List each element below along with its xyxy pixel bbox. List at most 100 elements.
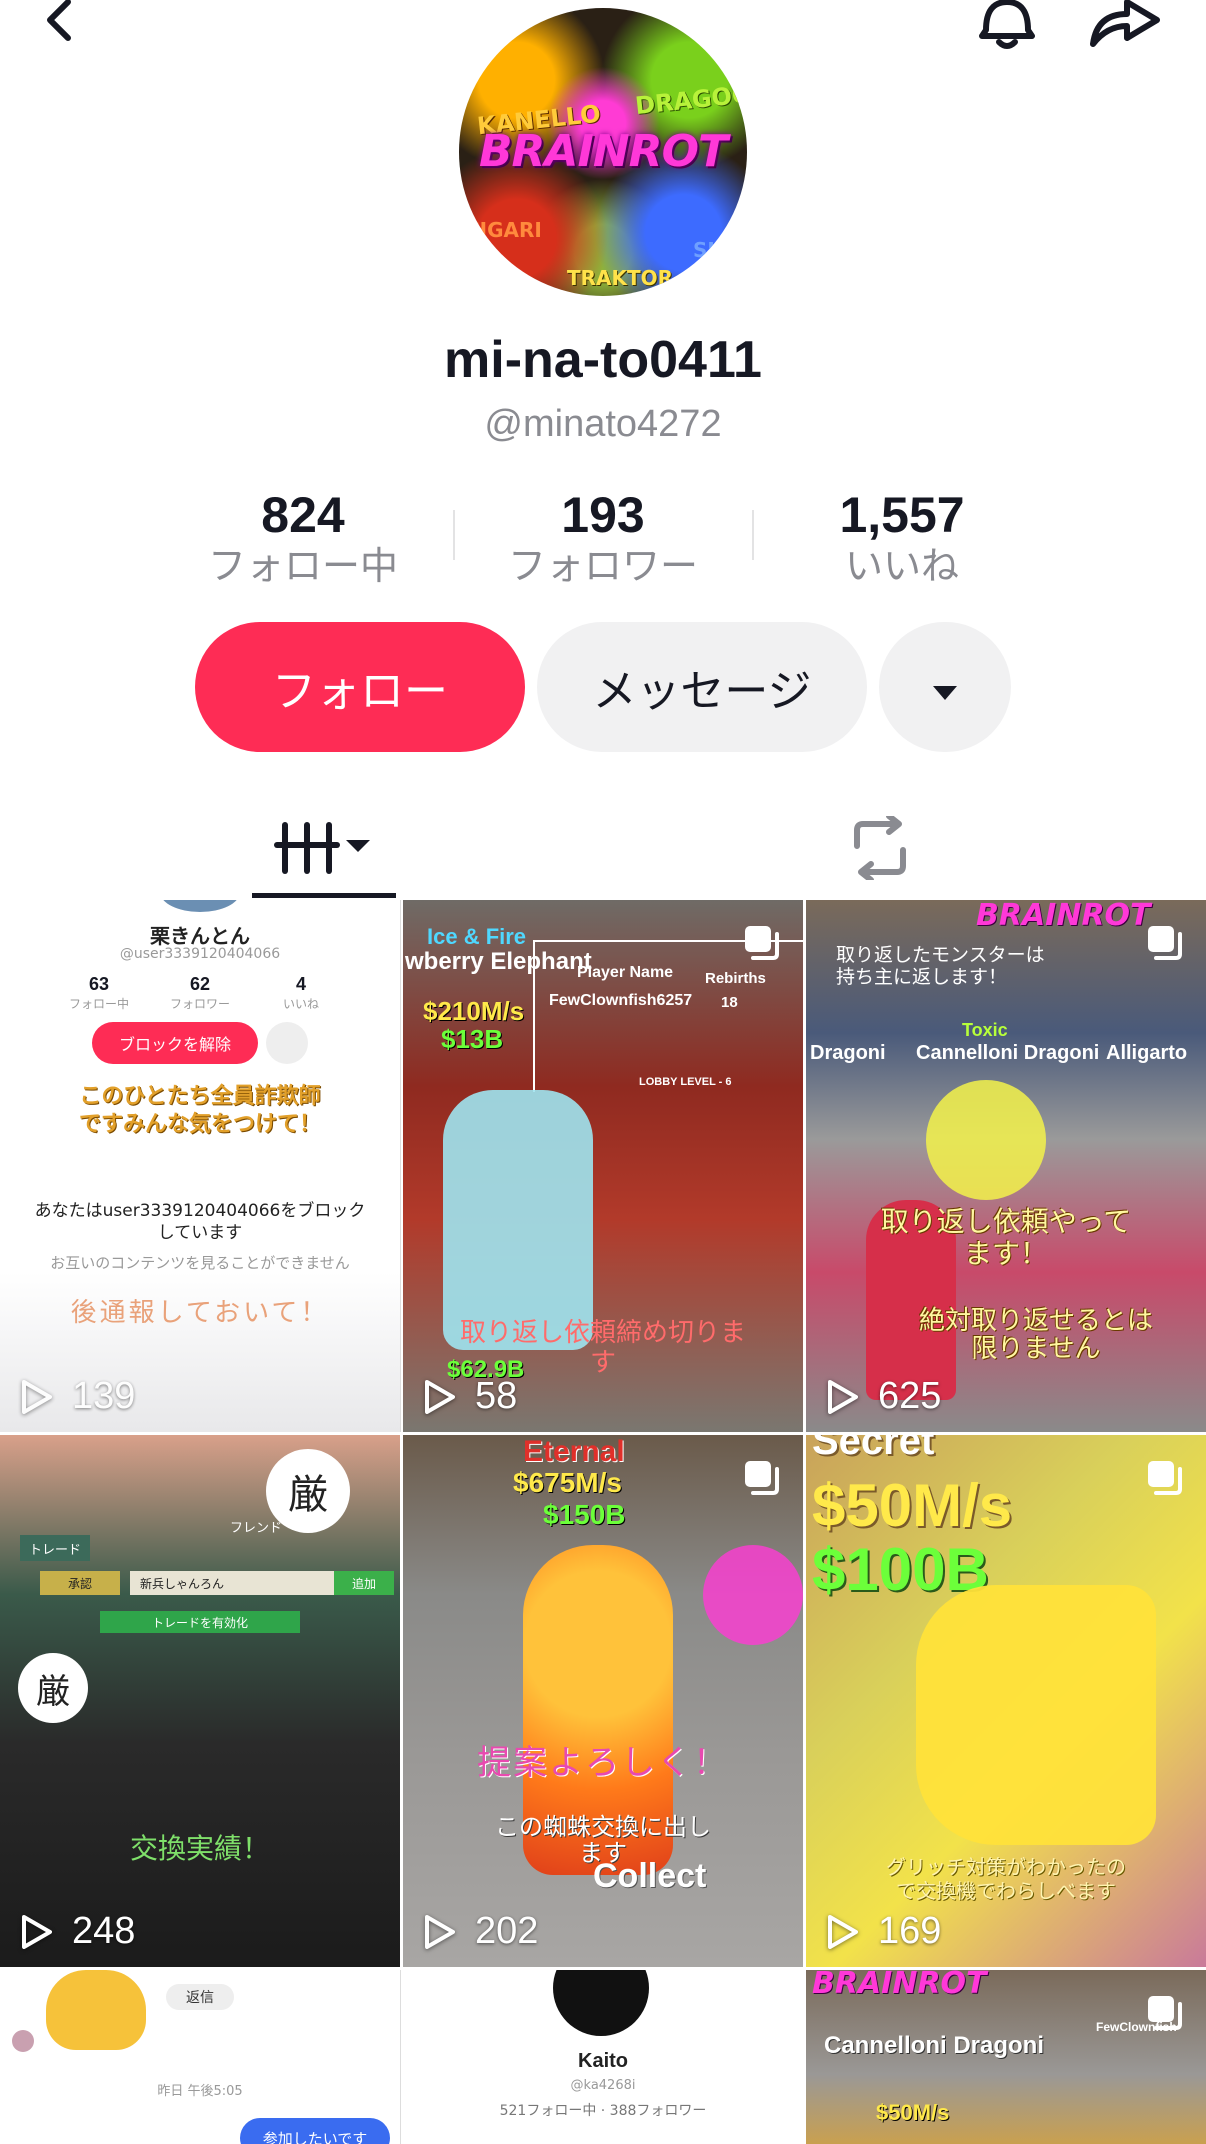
stats-divider xyxy=(752,510,754,560)
video-tile[interactable]: 返信 昨日 午後5:05 参加したいです xyxy=(0,1970,401,2144)
thumbnail-text: 承認 xyxy=(40,1571,120,1595)
thumbnail-text: 返信 xyxy=(166,1984,234,2010)
profile-avatar[interactable]: KANELLO DRAGOO BRAINROT CIGARI SKIBI TRA… xyxy=(459,8,747,296)
play-icon xyxy=(828,1914,858,1949)
stacked-photos-icon xyxy=(1148,1996,1182,2030)
thumbnail-decoration xyxy=(703,1545,803,1645)
share-arrow-icon xyxy=(1087,0,1163,50)
thumbnail-text: 提案よろしく！ xyxy=(477,1743,729,1783)
play-icon xyxy=(425,1379,455,1414)
share-button[interactable] xyxy=(1090,0,1160,50)
thumbnail-text: 交換実績！ xyxy=(129,1832,270,1865)
thumbnail-text: BRAINROT xyxy=(812,1970,987,2001)
thumbnail-text: 限りません xyxy=(971,1334,1101,1364)
thumbnail-avatar xyxy=(553,1970,649,2036)
play-icon xyxy=(425,1914,455,1949)
thumbnail-text: Rebirths xyxy=(705,970,766,987)
thumbnail-stat: 62 フォロワー xyxy=(169,974,230,1011)
play-icon xyxy=(22,1379,52,1414)
video-tile[interactable]: 厳 トレード フレンド 承認 新兵しゃんろん 追加 トレードを有効化 厳 交換実… xyxy=(0,1435,400,1967)
stats-divider xyxy=(453,510,455,560)
repost-icon xyxy=(845,812,915,885)
avatar-text-right: DRAGOO xyxy=(633,79,747,121)
thumbnail-text: トレードを有効化 xyxy=(100,1611,300,1633)
stacked-photos-icon xyxy=(745,1461,779,1495)
notification-bell-button[interactable] xyxy=(972,0,1042,50)
video-tile[interactable]: 栗きんとん @user3339120404066 63 フォロー中 62 フォロ… xyxy=(0,900,401,1432)
video-tile[interactable]: Secret $50M/s $100B グリッチ対策がわかったの で交換機でわら… xyxy=(806,1435,1206,1967)
tab-videos[interactable] xyxy=(252,800,396,900)
thumbnail-text: ブロックを解除 xyxy=(92,1022,258,1064)
thumbnail-text: Kaito xyxy=(578,2050,628,2072)
stacked-photos-icon xyxy=(1148,1461,1182,1495)
video-tile[interactable]: BRAINROT 取り返したモンスターは 持ち主に返します！ Dragoni C… xyxy=(806,900,1206,1432)
follow-button[interactable]: フォロー xyxy=(195,622,525,752)
avatar-brand-text: BRAINROT xyxy=(479,126,728,177)
view-count: 58 xyxy=(423,1375,517,1418)
video-tile[interactable]: Eternal $675M/s $150B 提案よろしく！ この蜘蛛交換に出し … xyxy=(403,1435,803,1967)
tab-reposts[interactable] xyxy=(810,800,950,900)
stat-likes-count: 1,557 xyxy=(839,487,965,543)
thumbnail-text: Toxic xyxy=(962,1020,1008,1040)
thumbnail-text: LOBBY LEVEL - 6 xyxy=(639,1076,732,1088)
thumbnail-text: しています xyxy=(157,1223,243,1243)
stat-likes-label: いいね xyxy=(844,544,959,588)
play-icon xyxy=(828,1379,858,1414)
thumbnail-text: BRAINROT xyxy=(976,900,1151,933)
thumbnail-text: 持ち主に返します！ xyxy=(836,966,1008,988)
profile-username: mi-na-to0411 xyxy=(444,331,762,389)
thumbnail-text: Eternal xyxy=(523,1435,625,1468)
thumbnail-text: お互いのコンテンツを見ることができません xyxy=(50,1254,350,1272)
thumbnail-text: $675M/s xyxy=(513,1467,622,1498)
view-count: 248 xyxy=(20,1910,135,1953)
stat-following[interactable]: 824 フォロー中 xyxy=(153,487,453,589)
thumbnail-text: Alligarto xyxy=(1106,1042,1188,1064)
thumbnail-stat: 63 フォロー中 xyxy=(68,974,129,1011)
thumbnail-text: ですみんな気をつけて！ xyxy=(78,1112,321,1137)
thumbnail-text: ます！ xyxy=(963,1237,1048,1270)
thumbnail-text: フレンド xyxy=(230,1521,283,1536)
profile-handle: @minato4272 xyxy=(484,403,722,445)
thumbnail-text: Ice & Fire xyxy=(427,924,527,949)
back-button[interactable] xyxy=(24,0,94,50)
thumbnail-text: 新兵しゃんろん xyxy=(130,1571,340,1595)
grid-bars-icon xyxy=(274,818,374,883)
video-tile[interactable]: Kaito @ka4268i 521フォロー中 · 388フォロワー xyxy=(403,1970,803,2144)
thumbnail-text: 追加 xyxy=(334,1571,394,1595)
thumbnail-text: Cannelloni Dragoni xyxy=(824,2032,1045,2059)
more-options-button[interactable] xyxy=(879,622,1011,752)
video-tile[interactable]: Ice & Fire wberry Elephant Player Name F… xyxy=(403,900,803,1432)
thumbnail-stat: 4 いいね xyxy=(282,974,319,1011)
view-count: 202 xyxy=(423,1910,538,1953)
thumbnail-text: 栗きんとん xyxy=(150,924,250,948)
stat-likes[interactable]: 1,557 いいね xyxy=(752,487,1052,589)
stat-followers-label: フォロワー xyxy=(507,544,698,588)
thumbnail-decoration xyxy=(926,1080,1046,1200)
stat-followers-count: 193 xyxy=(561,487,645,543)
tab-active-indicator xyxy=(252,893,396,898)
thumbnail-avatar xyxy=(12,2030,34,2052)
thumbnail-text: @user3339120404066 xyxy=(119,946,281,962)
stat-following-count: 824 xyxy=(261,487,345,543)
message-button[interactable]: メッセージ xyxy=(537,622,867,752)
avatar-text-bottom: TRAKTOR xyxy=(567,266,674,290)
thumbnail-text: トレード xyxy=(20,1535,90,1561)
thumbnail-text: $50M/s xyxy=(812,1472,1013,1539)
video-tile[interactable]: BRAINROT Cannelloni Dragoni FewClownfish… xyxy=(806,1970,1206,2144)
stacked-photos-icon xyxy=(1148,926,1182,960)
thumbnail-decoration xyxy=(266,1022,308,1064)
thumbnail-text: で交換機でわらしべます xyxy=(896,1879,1116,1903)
view-count: 169 xyxy=(826,1910,941,1953)
caret-down-icon xyxy=(931,662,959,713)
thumbnail-text: $150B xyxy=(543,1499,626,1530)
thumbnail-text: $50M/s xyxy=(876,2100,950,2125)
thumbnail-text: FewClownfish6257 xyxy=(549,992,693,1009)
thumbnail-text: 参加したいです xyxy=(240,2118,390,2144)
avatar-text-bottom-left: CIGARI xyxy=(465,218,542,242)
avatar-text-bottom-right: SKIBI xyxy=(693,238,747,262)
view-count: 139 xyxy=(20,1375,135,1418)
stat-followers[interactable]: 193 フォロワー xyxy=(453,487,753,589)
profile-stats: 824 フォロー中 193 フォロワー 1,557 いいね xyxy=(0,487,1206,597)
stat-following-label: フォロー中 xyxy=(207,544,398,588)
thumbnail-character xyxy=(443,1090,593,1350)
